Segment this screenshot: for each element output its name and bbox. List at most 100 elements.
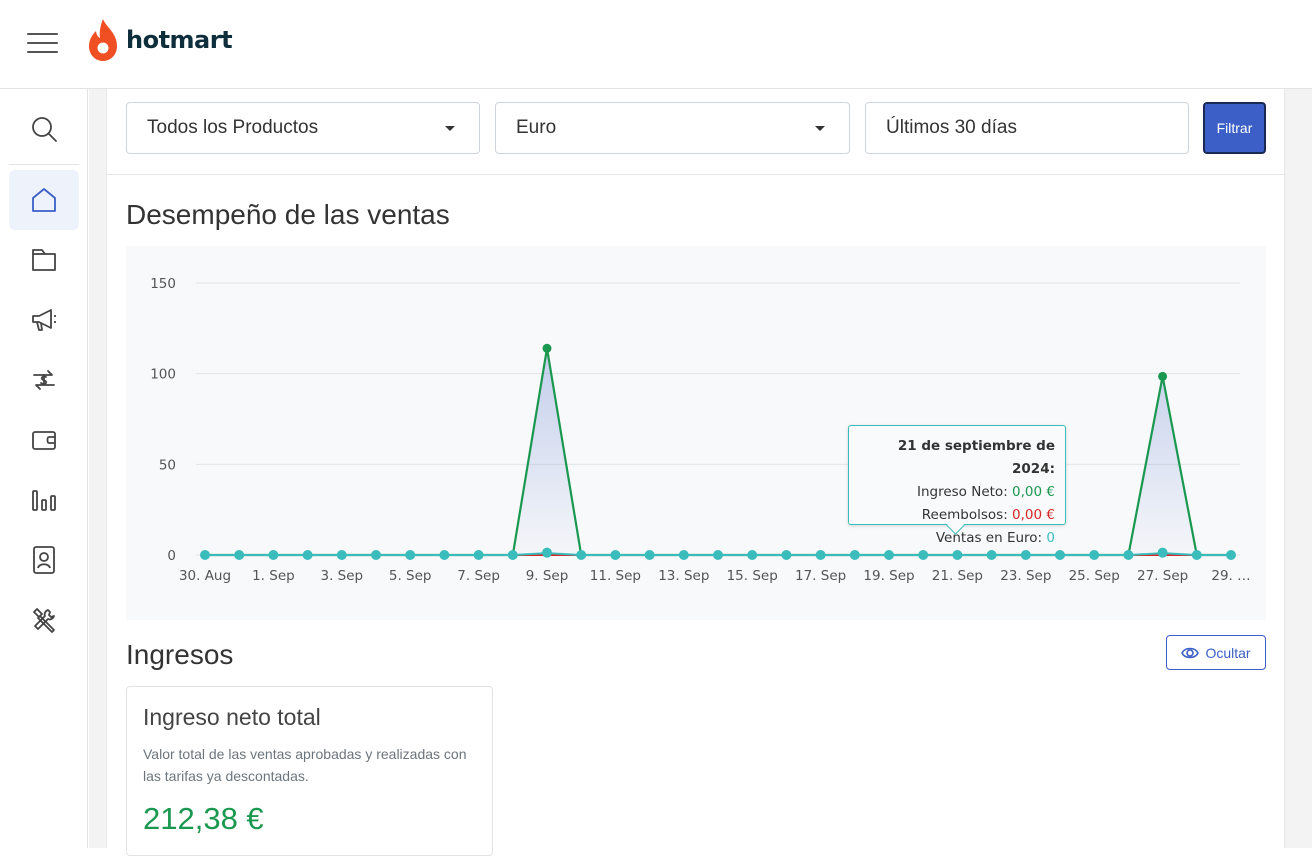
tooltip-label-refunds: Reembolsos:	[921, 507, 1008, 523]
chevron-down-icon	[815, 126, 825, 131]
tooltip-row-net: Ingreso Neto: 0,00 €	[859, 481, 1055, 504]
sidebar-item-tools[interactable]	[9, 590, 79, 650]
product-select-value: Todos los Productos	[147, 117, 319, 138]
x-tick-label: 1. Sep	[252, 568, 295, 584]
sidebar-item-products[interactable]	[9, 230, 79, 290]
x-tick-label: 7. Sep	[457, 568, 500, 584]
tools-icon	[33, 608, 55, 633]
date-range-input[interactable]: Últimos 30 días	[865, 102, 1189, 154]
home-icon	[32, 188, 56, 212]
money-exchange-icon	[33, 370, 55, 390]
income-section-title: Ingresos	[126, 639, 234, 670]
net-income-value: 212,38 €	[143, 801, 264, 836]
net-income-card: Ingreso neto total Valor total de las ve…	[126, 686, 493, 856]
megaphone-icon	[32, 309, 56, 331]
sidebar-item-home[interactable]	[9, 170, 79, 230]
tooltip-value-net: 0,00 €	[1012, 484, 1055, 500]
sidebar	[0, 89, 88, 848]
sales-count-point	[542, 547, 552, 558]
net-income-line	[205, 348, 1231, 557]
sales-chart[interactable]: 0 50 100 150 30. Aug 1. Sep 3. Sep 5. Sep 7. Sep…	[126, 246, 1266, 620]
sales-count-point	[644, 550, 655, 560]
sidebar-divider	[9, 164, 79, 165]
sales-count-point	[1191, 550, 1202, 560]
y-tick-label: 150	[150, 276, 176, 292]
x-tick-label: 25. Sep	[1069, 568, 1120, 584]
folder-icon	[32, 249, 56, 271]
sidebar-item-marketing[interactable]	[9, 290, 79, 350]
x-tick-label: 29. …	[1211, 568, 1250, 584]
x-tick-label: 21. Sep	[932, 568, 983, 584]
sales-count-point	[473, 550, 484, 560]
main-area: Todos los Productos Euro Últimos 30 días…	[89, 89, 1312, 856]
sidebar-item-contacts[interactable]	[9, 530, 79, 590]
net-income-point	[1158, 371, 1168, 381]
x-tick-label: 19. Sep	[863, 568, 914, 584]
hamburger-menu-icon[interactable]	[27, 31, 59, 55]
net-income-point	[542, 343, 552, 353]
x-tick-label: 3. Sep	[320, 568, 363, 584]
hide-button[interactable]: Ocultar	[1166, 635, 1266, 670]
sales-count-point	[747, 550, 758, 560]
net-income-description: Valor total de las ventas aprobadas y re…	[143, 746, 467, 784]
filter-button[interactable]: Filtrar	[1203, 102, 1266, 154]
flame-icon	[89, 19, 117, 61]
x-tick-label: 5. Sep	[389, 568, 432, 584]
sales-count-point	[336, 550, 347, 560]
sidebar-item-search[interactable]	[9, 99, 79, 159]
bar-chart-icon	[32, 490, 56, 511]
tooltip-title: 21 de septiembre de 2024:	[897, 438, 1055, 477]
sales-count-point	[302, 550, 313, 560]
tooltip-value-refunds: 0,00 €	[1012, 507, 1055, 523]
net-income-title: Ingreso neto total	[143, 704, 321, 730]
tooltip-row-sales: Ventas en Euro: 0	[859, 527, 1055, 550]
top-bar: hotmart	[0, 0, 1312, 89]
sales-count-point	[713, 550, 723, 560]
sales-count-point	[1157, 547, 1168, 558]
wallet-icon	[32, 431, 56, 450]
chart-tooltip: 21 de septiembre de 2024: Ingreso Neto: …	[848, 425, 1066, 546]
dashboard-panel: Todos los Productos Euro Últimos 30 días…	[106, 89, 1286, 856]
sales-count-point	[371, 550, 381, 560]
hotmart-logo[interactable]: hotmart	[86, 16, 233, 64]
sidebar-item-analytics[interactable]	[9, 470, 79, 530]
sales-count-point	[507, 550, 518, 560]
x-tick-label: 9. Sep	[526, 568, 569, 584]
sales-count-point	[1226, 550, 1236, 560]
sales-count-point	[815, 550, 826, 560]
search-icon	[32, 117, 57, 142]
x-tick-label: 15. Sep	[727, 568, 778, 584]
y-tick-label: 100	[150, 367, 176, 383]
brand-name: hotmart	[126, 26, 233, 54]
hide-button-label: Ocultar	[1205, 644, 1251, 661]
x-tick-label: 11. Sep	[590, 568, 641, 584]
sales-count-point	[1089, 550, 1100, 560]
eye-icon	[1181, 647, 1200, 658]
product-select[interactable]: Todos los Productos	[126, 102, 480, 154]
x-tick-label: 27. Sep	[1137, 568, 1188, 584]
sales-count-point	[884, 550, 894, 560]
sidebar-item-wallet[interactable]	[9, 410, 79, 470]
y-tick-label: 0	[167, 548, 176, 564]
sales-count-point	[268, 550, 279, 560]
sales-count-point	[986, 550, 997, 560]
sales-count-point	[200, 550, 210, 560]
tooltip-value-sales: 0	[1046, 530, 1055, 546]
x-tick-label: 13. Sep	[658, 568, 709, 584]
sidebar-item-sales[interactable]	[9, 350, 79, 410]
currency-select[interactable]: Euro	[495, 102, 850, 154]
tooltip-row-refunds: Reembolsos: 0,00 €	[859, 504, 1055, 527]
date-range-value: Últimos 30 días	[886, 117, 1017, 138]
x-tick-label: 30. Aug	[179, 568, 231, 584]
sales-line-chart[interactable]: 0 50 100 150 30. Aug 1. Sep 3. Sep 5. Sep 7. Sep…	[126, 246, 1266, 620]
x-tick-label: 17. Sep	[795, 568, 846, 584]
sales-count-point	[439, 550, 450, 560]
y-tick-label: 50	[159, 457, 176, 473]
net-income-area	[205, 348, 1231, 555]
tooltip-label-sales: Ventas en Euro:	[935, 530, 1043, 546]
sales-count-point	[918, 550, 929, 560]
sales-count-point	[781, 550, 792, 560]
tooltip-label-net: Ingreso Neto:	[916, 484, 1008, 500]
sales-count-point	[234, 550, 245, 560]
sales-count-point	[610, 550, 621, 560]
